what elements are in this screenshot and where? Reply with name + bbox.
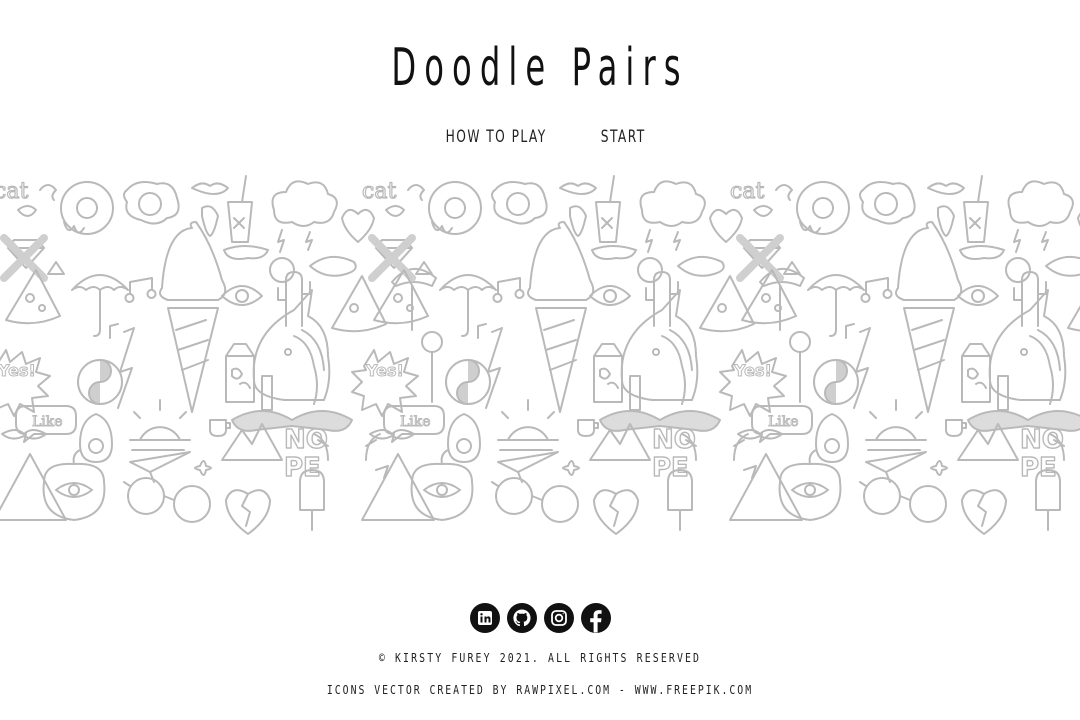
linkedin-icon[interactable] (469, 603, 500, 633)
how-to-play-link[interactable]: HOW TO PLAY (445, 127, 546, 147)
page: Doodle Pairs HOW TO PLAY START cat (0, 0, 1080, 720)
page-title: Doodle Pairs (391, 38, 689, 98)
instagram-icon[interactable] (543, 603, 574, 633)
doodle-tile-2 (352, 176, 810, 534)
doodle-banner: cat (0, 170, 1080, 540)
social-links (0, 603, 1080, 633)
facebook-icon[interactable] (580, 603, 611, 633)
github-icon[interactable] (506, 603, 537, 633)
icon-credit-text: ICONS VECTOR CREATED BY RAWPIXEL.COM - W… (326, 683, 754, 697)
doodle-tile-3 (720, 176, 1080, 534)
copyright-text: © KIRSTY FUREY 2021. ALL RIGHTS RESERVED (378, 651, 702, 665)
start-link[interactable]: START (601, 127, 646, 147)
doodle-pattern: cat (0, 170, 1080, 540)
main-nav: HOW TO PLAY START (0, 127, 1080, 147)
